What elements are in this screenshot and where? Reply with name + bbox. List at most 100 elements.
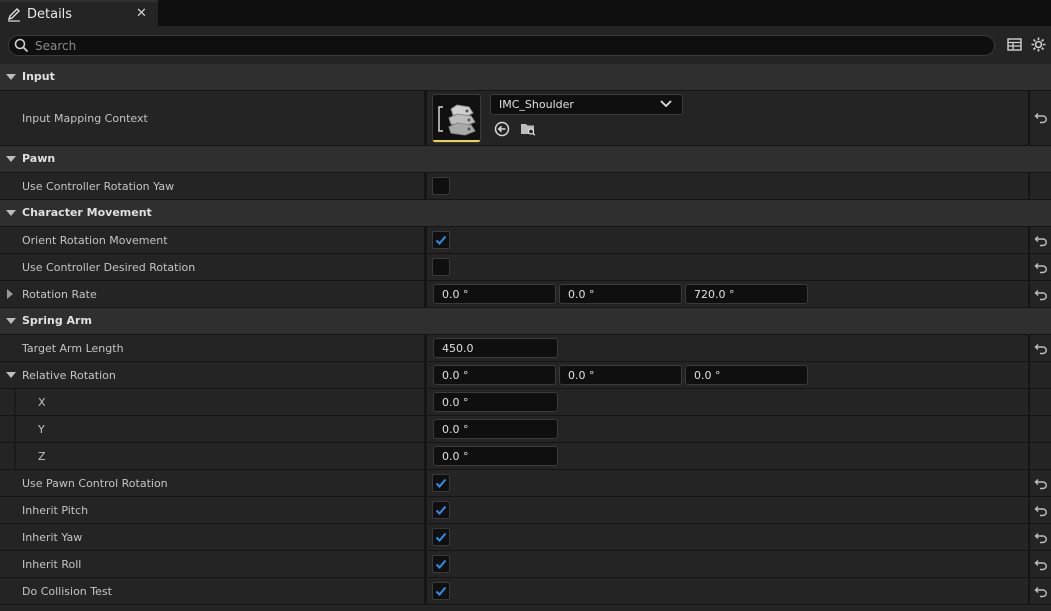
relative-rotation-x-field[interactable]: 0.0 ° [433, 392, 558, 412]
reset-arrow-icon[interactable] [1034, 112, 1048, 124]
column-divider [1028, 443, 1030, 469]
column-divider [1028, 173, 1030, 199]
property-label: Do Collision Test [22, 585, 112, 598]
asset-thumbnail[interactable] [432, 94, 481, 143]
expand-arrow-icon[interactable] [7, 289, 13, 299]
row-orient-rotation-movement: Orient Rotation Movement [0, 227, 1051, 254]
row-rotation-rate: Rotation Rate 0.0 ° 0.0 ° 720.0 ° [0, 281, 1051, 308]
column-divider[interactable] [424, 91, 427, 145]
tab-label: Details [27, 7, 73, 22]
row-use-controller-rotation-yaw: Use Controller Rotation Yaw [0, 173, 1051, 200]
reset-arrow-icon[interactable] [1034, 343, 1048, 355]
category-label: Character Movement [22, 206, 152, 219]
property-label: Rotation Rate [22, 288, 97, 301]
search-box[interactable] [8, 35, 995, 56]
tab-bar: Details ✕ [0, 0, 1051, 26]
checkbox[interactable] [432, 555, 450, 573]
chevron-down-icon [660, 100, 672, 108]
browse-to-asset-icon[interactable] [494, 121, 510, 137]
property-label: Relative Rotation [22, 369, 116, 382]
column-divider[interactable] [424, 443, 427, 469]
search-bar [0, 26, 1051, 64]
close-icon[interactable]: ✕ [136, 6, 147, 21]
collapse-arrow-icon[interactable] [6, 156, 16, 162]
collapse-arrow-icon[interactable] [6, 74, 16, 80]
relative-rotation-y-input[interactable]: 0.0 ° [559, 365, 682, 385]
column-divider[interactable] [424, 227, 427, 253]
column-divider [1028, 254, 1030, 280]
row-relative-rotation-y: Y 0.0 ° [0, 416, 1051, 443]
rotation-rate-x-input[interactable]: 0.0 ° [433, 284, 556, 304]
checkbox[interactable] [432, 528, 450, 546]
reset-arrow-icon[interactable] [1034, 478, 1048, 490]
rotation-rate-z-input[interactable]: 720.0 ° [685, 284, 808, 304]
collapse-arrow-icon[interactable] [6, 372, 16, 378]
row-relative-rotation-x: X 0.0 ° [0, 389, 1051, 416]
property-label: Z [38, 450, 46, 463]
gear-icon[interactable] [1030, 36, 1047, 53]
category-character-movement[interactable]: Character Movement [0, 200, 1051, 227]
row-relative-rotation-z: Z 0.0 ° [0, 443, 1051, 470]
column-divider[interactable] [424, 551, 427, 577]
reset-arrow-icon[interactable] [1034, 532, 1048, 544]
property-label: Orient Rotation Movement [22, 234, 168, 247]
column-divider[interactable] [424, 335, 427, 361]
relative-rotation-y-field[interactable]: 0.0 ° [433, 419, 558, 439]
property-label: Inherit Roll [22, 558, 82, 571]
checkbox[interactable] [432, 231, 450, 249]
category-spring-arm[interactable]: Spring Arm [0, 308, 1051, 335]
column-divider[interactable] [424, 389, 427, 415]
checkbox[interactable] [432, 177, 450, 195]
reset-arrow-icon[interactable] [1034, 289, 1048, 301]
checkmark-icon [435, 586, 447, 596]
column-divider[interactable] [424, 281, 427, 307]
column-divider[interactable] [424, 470, 427, 496]
reset-arrow-icon[interactable] [1034, 559, 1048, 571]
collapse-arrow-icon[interactable] [6, 318, 16, 324]
find-in-browser-icon[interactable] [520, 121, 536, 137]
column-divider [1028, 335, 1030, 361]
reset-arrow-icon[interactable] [1034, 505, 1048, 517]
search-input[interactable] [35, 37, 975, 54]
property-label: Inherit Yaw [22, 531, 83, 544]
rotation-rate-y-input[interactable]: 0.0 ° [559, 284, 682, 304]
checkbox[interactable] [432, 258, 450, 276]
row-do-collision-test: Do Collision Test [0, 578, 1051, 605]
column-divider [1028, 497, 1030, 523]
asset-highlight-bar [433, 140, 480, 142]
checkbox[interactable] [432, 474, 450, 492]
column-divider[interactable] [424, 416, 427, 442]
relative-rotation-x-input[interactable]: 0.0 ° [433, 365, 556, 385]
column-divider[interactable] [424, 497, 427, 523]
category-label: Pawn [22, 152, 56, 165]
category-pawn[interactable]: Pawn [0, 146, 1051, 173]
row-target-arm-length: Target Arm Length 450.0 [0, 335, 1051, 362]
target-arm-length-input[interactable]: 450.0 [433, 338, 558, 358]
column-divider[interactable] [424, 173, 427, 199]
relative-rotation-z-input[interactable]: 0.0 ° [685, 365, 808, 385]
column-divider[interactable] [424, 254, 427, 280]
column-divider [1028, 578, 1030, 604]
category-input[interactable]: Input [0, 64, 1051, 91]
checkbox[interactable] [432, 582, 450, 600]
column-divider [1028, 389, 1030, 415]
column-divider [1028, 551, 1030, 577]
checkmark-icon [435, 559, 447, 569]
column-divider[interactable] [424, 362, 427, 388]
tab-details[interactable]: Details ✕ [0, 0, 158, 26]
reset-arrow-icon[interactable] [1034, 262, 1048, 274]
checkmark-icon [435, 532, 447, 542]
table-icon[interactable] [1006, 36, 1023, 53]
reset-arrow-icon[interactable] [1034, 235, 1048, 247]
property-label: Input Mapping Context [22, 112, 148, 125]
collapse-arrow-icon[interactable] [6, 210, 16, 216]
asset-combo-box[interactable]: IMC_Shoulder [490, 94, 683, 115]
relative-rotation-z-field[interactable]: 0.0 ° [433, 446, 558, 466]
reset-arrow-icon[interactable] [1034, 586, 1048, 598]
column-divider[interactable] [424, 578, 427, 604]
row-inherit-yaw: Inherit Yaw [0, 524, 1051, 551]
column-divider [1028, 470, 1030, 496]
checkbox[interactable] [432, 501, 450, 519]
row-use-controller-desired-rotation: Use Controller Desired Rotation [0, 254, 1051, 281]
column-divider[interactable] [424, 524, 427, 550]
